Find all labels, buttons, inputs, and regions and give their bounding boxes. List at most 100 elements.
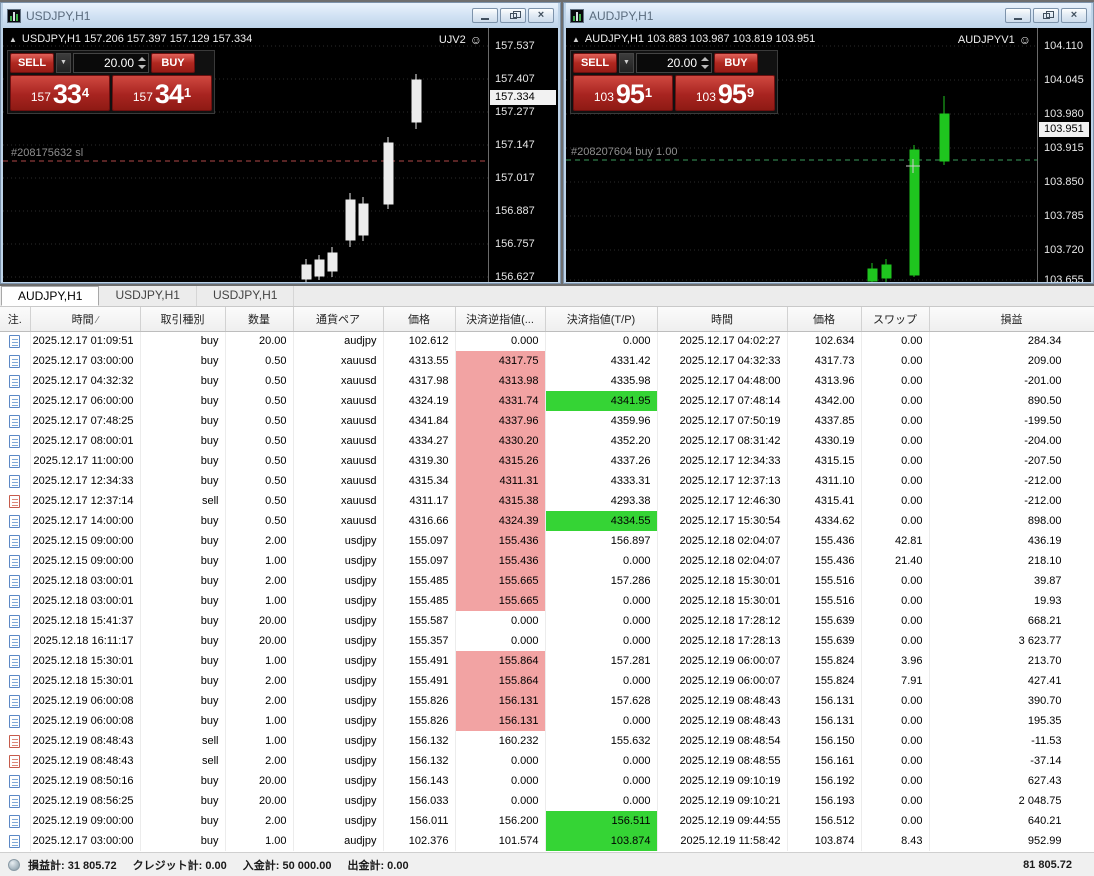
sell-button[interactable]: SELL [573,53,617,73]
sell-price-button[interactable]: 103 95 1 [573,75,673,111]
close-button[interactable]: × [528,8,554,23]
history-row[interactable]: 2025.12.17 06:00:00 buy 0.50 xauusd 4324.19 4… [0,391,1094,411]
col-type[interactable]: 取引種別 [140,307,226,332]
cell-close_price: 155.516 [787,571,862,591]
cell-symbol: usdjpy [293,551,384,571]
tab-audjpy-h1[interactable]: AUDJPY,H1 [1,286,100,306]
history-row[interactable]: 2025.12.19 06:00:08 buy 1.00 usdjpy 155.826 1… [0,711,1094,731]
history-row[interactable]: 2025.12.15 09:00:00 buy 1.00 usdjpy 155.097 1… [0,551,1094,571]
minimize-button[interactable] [1005,8,1031,23]
cell-tp: 0.000 [545,791,658,811]
col-close-time[interactable]: 時間 [657,307,788,332]
order-type-icon [9,434,21,448]
col-tp[interactable]: 決済指値(T/P) [545,307,658,332]
history-row[interactable]: 2025.12.18 15:30:01 buy 1.00 usdjpy 155.491 1… [0,651,1094,671]
history-row[interactable]: 2025.12.17 11:00:00 buy 0.50 xauusd 4319.30 4… [0,451,1094,471]
history-row[interactable]: 2025.12.17 08:00:01 buy 0.50 xauusd 4334.27 4… [0,431,1094,451]
order-type-icon [9,714,21,728]
price-axis[interactable]: 157.537 157.407 157.277 157.147 157.017 … [488,28,558,282]
history-table: 注. 時間 ∕ 取引種別 数量 通貨ペア 価格 決済逆指値(... 決済指値(T/… [0,307,1094,851]
history-row[interactable]: 2025.12.18 03:00:01 buy 2.00 usdjpy 155.485 1… [0,571,1094,591]
window-titlebar[interactable]: AUDJPY,H1 × [566,3,1091,28]
history-row[interactable]: 2025.12.19 08:48:43 sell 2.00 usdjpy 156.132… [0,751,1094,771]
spinner-down-icon [137,65,146,69]
col-volume[interactable]: 数量 [225,307,294,332]
history-row[interactable]: 2025.12.17 03:00:00 buy 0.50 xauusd 4313.55 4… [0,351,1094,371]
col-open-time[interactable]: 時間 ∕ [30,307,141,332]
volume-input[interactable]: 20.00 [636,53,712,73]
tab-usdjpy-h1[interactable]: USDJPY,H1 [99,286,197,306]
cell-symbol: xauusd [293,431,384,451]
cell-swap: 0.00 [861,611,930,631]
history-row[interactable]: 2025.12.17 03:00:00 buy 1.00 audjpy 102.376 1… [0,831,1094,851]
history-row[interactable]: 2025.12.19 08:56:25 buy 20.00 usdjpy 156.033… [0,791,1094,811]
order-type-icon [9,814,21,828]
cell-open_price: 156.132 [383,731,456,751]
col-swap[interactable]: スワップ [861,307,930,332]
cell-open_price: 156.132 [383,751,456,771]
history-row[interactable]: 2025.12.15 09:00:00 buy 2.00 usdjpy 155.097 1… [0,531,1094,551]
history-row[interactable]: 2025.12.19 08:50:16 buy 20.00 usdjpy 156.143… [0,771,1094,791]
cell-profit: 19.93 [929,591,1094,611]
history-row[interactable]: 2025.12.18 16:11:17 buy 20.00 usdjpy 155.357… [0,631,1094,651]
cell-sl: 4330.20 [455,431,546,451]
restore-button[interactable] [500,8,526,23]
chart-canvas[interactable]: ▲ AUDJPY,H1 103.883 103.987 103.819 103.9… [566,28,1091,282]
cell-profit: 627.43 [929,771,1094,791]
col-symbol[interactable]: 通貨ペア [293,307,384,332]
cell-volume: 20.00 [225,611,294,631]
cell-close_price: 156.131 [787,691,862,711]
history-row[interactable]: 2025.12.17 07:48:25 buy 0.50 xauusd 4341.84 4… [0,411,1094,431]
price-axis[interactable]: 104.110 104.045 103.980 103.915 103.850 … [1037,28,1091,282]
tab-usdjpy-h1-2[interactable]: USDJPY,H1 [197,286,295,306]
buy-price-button[interactable]: 103 95 9 [675,75,775,111]
panel-toggle-icon[interactable]: ▲ [572,35,580,44]
volume-dropdown-button[interactable]: ▼ [619,53,634,73]
cell-tp: 4335.98 [545,371,658,391]
history-row[interactable]: 2025.12.18 15:30:01 buy 2.00 usdjpy 155.491 1… [0,671,1094,691]
cell-close_time: 2025.12.17 12:46:30 [657,491,788,511]
history-row[interactable]: 2025.12.17 12:34:33 buy 0.50 xauusd 4315.34 4… [0,471,1094,491]
volume-spinner[interactable] [136,55,147,71]
window-titlebar[interactable]: USDJPY,H1 × [3,3,558,28]
buy-price-button[interactable]: 157 34 1 [112,75,212,111]
sell-price-button[interactable]: 157 33 4 [10,75,110,111]
cell-order-icon [0,531,31,551]
order-type-icon [9,834,21,848]
history-row[interactable]: 2025.12.17 14:00:00 buy 0.50 xauusd 4316.66 4… [0,511,1094,531]
col-profit[interactable]: 損益 [929,307,1094,332]
history-row[interactable]: 2025.12.17 12:37:14 sell 0.50 xauusd 4311.17… [0,491,1094,511]
volume-dropdown-button[interactable]: ▼ [56,53,71,73]
cell-close_time: 2025.12.19 11:58:42 [657,831,788,851]
cell-close_price: 156.150 [787,731,862,751]
history-row[interactable]: 2025.12.19 08:48:43 sell 1.00 usdjpy 156.132… [0,731,1094,751]
cell-symbol: usdjpy [293,591,384,611]
sell-button[interactable]: SELL [10,53,54,73]
cell-sl: 156.200 [455,811,546,831]
cell-close_price: 156.161 [787,751,862,771]
minimize-button[interactable] [472,8,498,23]
chart-window-usdjpy: USDJPY,H1 × ▲ USDJPY,H1 157.206 157.397 … [0,2,561,284]
col-order[interactable]: 注. [0,307,31,332]
col-open-price[interactable]: 価格 [383,307,456,332]
history-row[interactable]: 2025.12.18 03:00:01 buy 1.00 usdjpy 155.485 1… [0,591,1094,611]
col-close-price[interactable]: 価格 [787,307,862,332]
panel-toggle-icon[interactable]: ▲ [9,35,17,44]
cell-close_time: 2025.12.19 06:00:07 [657,651,788,671]
restore-button[interactable] [1033,8,1059,23]
history-row[interactable]: 2025.12.19 06:00:08 buy 2.00 usdjpy 155.826 1… [0,691,1094,711]
volume-input[interactable]: 20.00 [73,53,149,73]
volume-spinner[interactable] [699,55,710,71]
history-row[interactable]: 2025.12.17 01:09:51 buy 20.00 audjpy 102.612… [0,331,1094,351]
chart-window-icon [570,8,584,23]
col-sl[interactable]: 決済逆指値(... [455,307,546,332]
history-row[interactable]: 2025.12.19 09:00:00 buy 2.00 usdjpy 156.011 1… [0,811,1094,831]
chevron-down-icon: ▼ [623,59,630,66]
history-row[interactable]: 2025.12.17 04:32:32 buy 0.50 xauusd 4317.98 4… [0,371,1094,391]
buy-button[interactable]: BUY [151,53,195,73]
buy-button[interactable]: BUY [714,53,758,73]
close-button[interactable]: × [1061,8,1087,23]
history-row[interactable]: 2025.12.18 15:41:37 buy 20.00 usdjpy 155.587… [0,611,1094,631]
chart-canvas[interactable]: ▲ USDJPY,H1 157.206 157.397 157.129 157.3… [3,28,558,282]
cell-volume: 0.50 [225,431,294,451]
